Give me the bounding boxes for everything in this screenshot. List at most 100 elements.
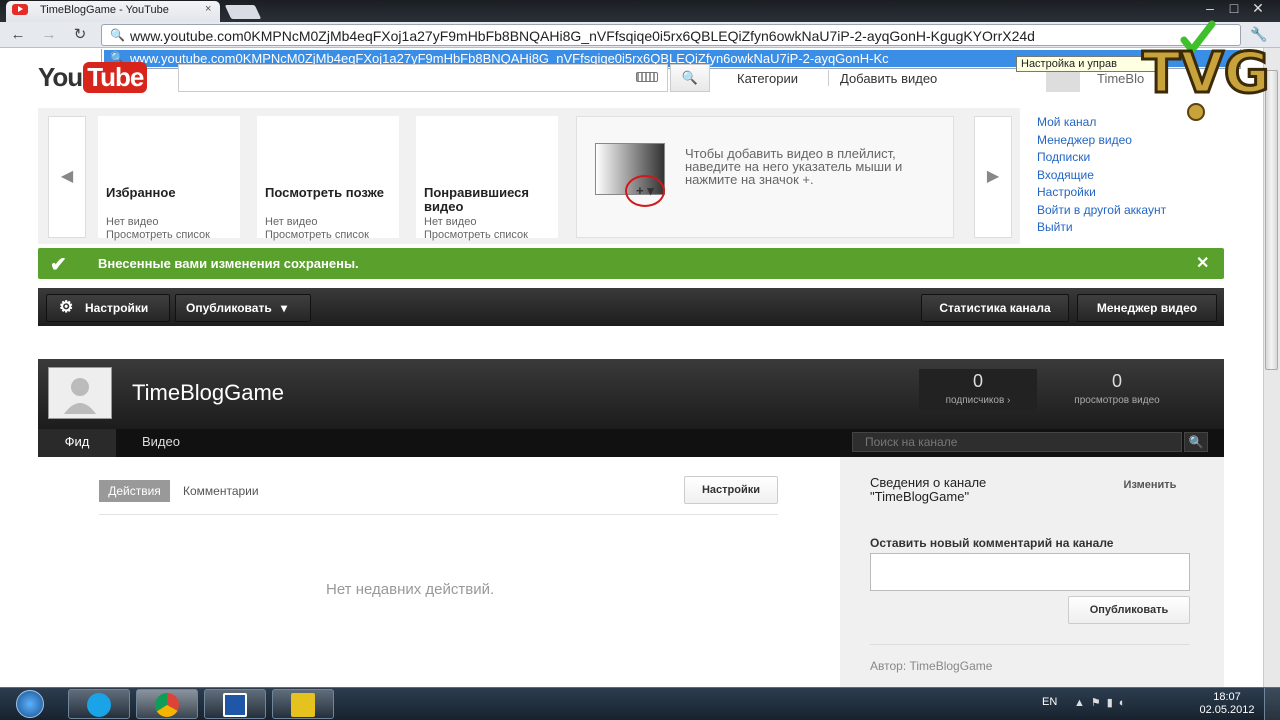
taskbar-bandicam[interactable] (272, 689, 334, 719)
feed-settings-button[interactable]: Настройки (684, 476, 778, 504)
tab-feed[interactable]: Фид (38, 429, 116, 457)
start-button[interactable] (6, 689, 56, 719)
new-tab-button[interactable] (224, 5, 262, 19)
link-video-manager[interactable]: Менеджер видео (1037, 133, 1207, 148)
publish-dropdown-button[interactable]: Опубликовать ▾ (175, 294, 311, 322)
channel-stats-button[interactable]: Статистика канала (921, 294, 1069, 322)
windows-taskbar: EN ▲⚑▮◐ 18:07 02.05.2012 (0, 687, 1280, 720)
link-switch-account[interactable]: Войти в другой аккаунт (1037, 203, 1207, 218)
tvg-watermark-logo: TVG (1141, 20, 1271, 121)
close-icon[interactable]: ✕ (1196, 253, 1209, 273)
video-manager-button[interactable]: Менеджер видео (1077, 294, 1217, 322)
account-menu: Мой канал Менеджер видео Подписки Входящ… (1037, 115, 1207, 239)
watermark-text: TVG (1142, 41, 1270, 106)
channel-info-sidebar: Сведения о канале "TimeBlogGame" Изменит… (840, 457, 1224, 687)
channel-name: TimeBlogGame (132, 380, 285, 405)
chevron-down-icon: ▾ (281, 301, 288, 315)
forward-arrow-icon[interactable]: → (40, 26, 58, 44)
settings-label: Настройки (85, 301, 149, 315)
tab-actions[interactable]: Действия (99, 480, 170, 502)
divider (870, 644, 1190, 645)
screen: { "browser": { "tab_title": "TimeBlogGam… (0, 0, 1280, 720)
card-title: Посмотреть позже (265, 185, 384, 200)
taskbar-skype[interactable] (68, 689, 130, 719)
success-banner: ✔ Внесенные вами изменения сохранены. ✕ (38, 248, 1224, 279)
views-label: просмотров видео (1074, 395, 1160, 406)
tab-comments[interactable]: Комментарии (183, 484, 259, 498)
comment-textarea[interactable] (870, 553, 1190, 591)
feed-panel: Действия Комментарии Настройки Нет недав… (38, 457, 840, 687)
card-link[interactable]: Просмотреть список (424, 229, 528, 241)
link-sign-out[interactable]: Выйти (1037, 220, 1207, 235)
tray-icons[interactable]: ▲⚑▮◐ (1074, 696, 1131, 709)
gear-icon: ⚙ (59, 299, 74, 316)
search-icon: 🔍 (110, 28, 125, 42)
link-inbox[interactable]: Входящие (1037, 168, 1207, 183)
subscribers-label: подписчиков › (945, 395, 1011, 406)
logo-you: You (38, 62, 83, 92)
tab-close-icon[interactable]: × (205, 3, 211, 15)
guide-card-watch-later[interactable]: Посмотреть позже Нет видео Просмотреть с… (257, 116, 399, 241)
divider (99, 514, 778, 515)
channel-header: TimeBlogGame 0 подписчиков › 0 просмотро… (38, 359, 1224, 429)
tab-title: TimeBlogGame - YouTube (40, 4, 169, 16)
taskbar-app[interactable] (204, 689, 266, 719)
card-count: Нет видео (424, 216, 477, 228)
channel-toolbar: ⚙ Настройки Опубликовать ▾ Статистика ка… (38, 288, 1224, 326)
search-icon: 🔍 (681, 70, 699, 85)
keyboard-icon[interactable] (636, 72, 658, 82)
address-bar[interactable]: 🔍 www.youtube.com0KMPNcM0ZjMb4eqFXoj1a27… (101, 24, 1241, 46)
post-comment-button[interactable]: Опубликовать (1068, 596, 1190, 624)
link-settings[interactable]: Настройки (1037, 185, 1207, 200)
show-desktop-button[interactable] (1264, 688, 1280, 720)
guide-card-liked[interactable]: Понравившиеся видео Нет видео Просмотрет… (416, 116, 558, 241)
skype-icon (87, 693, 111, 717)
author-text: Автор: TimeBlogGame (870, 659, 993, 673)
comment-label: Оставить новый комментарий на канале (870, 536, 1114, 550)
guide-prev-arrow-icon[interactable]: ◀ (48, 116, 86, 238)
channel-info-title: Сведения о канале "TimeBlogGame" (870, 475, 987, 504)
logo-tube: Tube (83, 62, 148, 93)
youtube-logo[interactable]: You Tube (38, 62, 148, 94)
taskbar-chrome[interactable] (136, 689, 198, 719)
nav-divider (828, 70, 829, 86)
default-avatar-icon (64, 378, 96, 414)
guide-next-arrow-icon[interactable]: ▶ (974, 116, 1012, 238)
guide-help-card: + ▾ Чтобы добавить видео в плейлист, нав… (576, 116, 954, 238)
nav-add-video[interactable]: Добавить видео (840, 71, 937, 86)
empty-feed-message: Нет недавних действий. (326, 581, 495, 598)
subscribers-stat[interactable]: 0 подписчиков › (919, 369, 1037, 411)
views-stat: 0 просмотров видео (1062, 369, 1172, 411)
playlist-guide: ◀ Избранное Нет видео Просмотреть список… (38, 108, 1020, 244)
back-arrow-icon[interactable]: ← (9, 26, 27, 44)
guide-card-favorites[interactable]: Избранное Нет видео Просмотреть список (98, 116, 240, 241)
browser-toolbar: ← → ↻ 🔍 www.youtube.com0KMPNcM0ZjMb4eqFX… (0, 22, 1280, 48)
window-app-icon (223, 693, 247, 717)
language-indicator[interactable]: EN (1042, 696, 1057, 708)
youtube-search-input[interactable] (178, 64, 668, 92)
avatar[interactable] (48, 367, 112, 419)
card-link[interactable]: Просмотреть список (106, 229, 210, 241)
clock-date: 02.05.2012 (1199, 704, 1255, 716)
search-icon[interactable]: 🔍 (1184, 432, 1208, 452)
tab-video[interactable]: Видео (142, 429, 180, 457)
settings-button[interactable]: ⚙ Настройки (46, 294, 170, 322)
chrome-icon (155, 693, 179, 717)
browser-tab[interactable]: TimeBlogGame - YouTube (6, 1, 220, 22)
views-count: 0 (1111, 371, 1122, 391)
guide-help-text: Чтобы добавить видео в плейлист, наведит… (685, 146, 903, 187)
clock[interactable]: 18:07 02.05.2012 (1196, 691, 1258, 717)
nav-categories[interactable]: Категории (737, 71, 798, 86)
edit-button[interactable]: Изменить (1106, 473, 1194, 497)
card-link[interactable]: Просмотреть список (265, 229, 369, 241)
recorder-icon (291, 693, 315, 717)
card-title: Понравившиеся видео (424, 185, 529, 214)
channel-nav: Фид Видео Поиск на канале 🔍 (38, 429, 1224, 457)
success-message: Внесенные вами изменения сохранены. (98, 256, 359, 271)
address-text[interactable]: www.youtube.com0KMPNcM0ZjMb4eqFXoj1a27yF… (130, 28, 1230, 44)
reload-icon[interactable]: ↻ (71, 26, 89, 44)
youtube-favicon-icon (12, 4, 28, 15)
link-subscriptions[interactable]: Подписки (1037, 150, 1207, 165)
youtube-search-button[interactable]: 🔍 (670, 64, 710, 92)
channel-search-input[interactable]: Поиск на канале (852, 432, 1182, 452)
